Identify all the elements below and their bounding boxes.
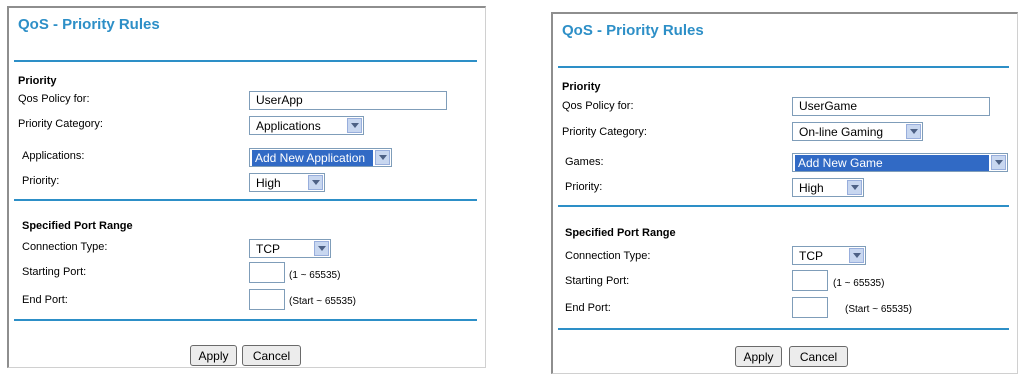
divider [558,328,1009,330]
connection-type-label: Connection Type: [565,250,651,262]
end-port-input[interactable] [249,289,285,310]
starting-port-label: Starting Port: [565,275,630,287]
chevron-down-icon[interactable] [847,180,862,195]
games-select[interactable]: Add New Game [792,153,1008,172]
policy-name-input[interactable]: UserGame [792,97,990,116]
connection-type-select[interactable]: TCP [792,246,866,265]
connection-type-value: TCP [256,242,280,256]
end-port-label: End Port: [22,294,68,306]
end-port-input[interactable] [792,297,828,318]
starting-port-input[interactable] [792,270,828,291]
divider [14,199,477,201]
chevron-down-icon[interactable] [375,150,390,165]
priority-category-label: Priority Category: [18,118,103,130]
divider [558,66,1009,68]
games-label: Games: [565,156,604,168]
priority-select[interactable]: High [249,173,325,192]
games-value: Add New Game [795,155,989,171]
section-port-range: Specified Port Range [22,220,133,232]
priority-value: High [799,181,824,195]
priority-category-value: Applications [256,119,321,133]
starting-port-label: Starting Port: [22,266,87,278]
applications-value: Add New Application [252,150,373,166]
applications-label: Applications: [22,150,85,162]
section-port-range: Specified Port Range [565,227,676,239]
priority-category-label: Priority Category: [562,126,647,138]
policy-name-input[interactable]: UserApp [249,91,447,110]
cancel-button[interactable]: Cancel [789,346,848,367]
page-title: QoS - Priority Rules [18,16,160,33]
apply-button[interactable]: Apply [735,346,782,367]
connection-type-label: Connection Type: [22,241,108,253]
divider [14,60,477,62]
priority-value: High [256,176,281,190]
priority-select[interactable]: High [792,178,864,197]
chevron-down-icon[interactable] [308,175,323,190]
starting-port-range-hint: (1 ~ 65535) [289,270,341,281]
priority-label: Priority: [22,175,60,187]
end-port-label: End Port: [565,302,611,314]
starting-port-range-hint: (1 ~ 65535) [833,278,885,289]
divider [14,319,477,321]
priority-category-select[interactable]: Applications [249,116,364,135]
policy-label: Qos Policy for: [18,93,90,105]
chevron-down-icon[interactable] [906,124,921,139]
policy-label: Qos Policy for: [562,100,634,112]
priority-category-value: On-line Gaming [799,125,884,139]
connection-type-value: TCP [799,249,823,263]
connection-type-select[interactable]: TCP [249,239,331,258]
chevron-down-icon[interactable] [991,155,1006,170]
end-port-range-hint: (Start ~ 65535) [845,304,912,315]
chevron-down-icon[interactable] [347,118,362,133]
section-priority: Priority [18,75,57,87]
chevron-down-icon[interactable] [849,248,864,263]
section-priority: Priority [562,81,601,93]
priority-category-select[interactable]: On-line Gaming [792,122,923,141]
page-title: QoS - Priority Rules [562,22,704,39]
applications-select[interactable]: Add New Application [249,148,392,167]
chevron-down-icon[interactable] [314,241,329,256]
qos-panel-games: QoS - Priority Rules Priority Qos Policy… [551,12,1018,374]
qos-panel-applications: QoS - Priority Rules Priority Qos Policy… [7,6,486,368]
cancel-button[interactable]: Cancel [242,345,301,366]
end-port-range-hint: (Start ~ 65535) [289,296,356,307]
apply-button[interactable]: Apply [190,345,237,366]
divider [558,205,1009,207]
starting-port-input[interactable] [249,262,285,283]
priority-label: Priority: [565,181,603,193]
